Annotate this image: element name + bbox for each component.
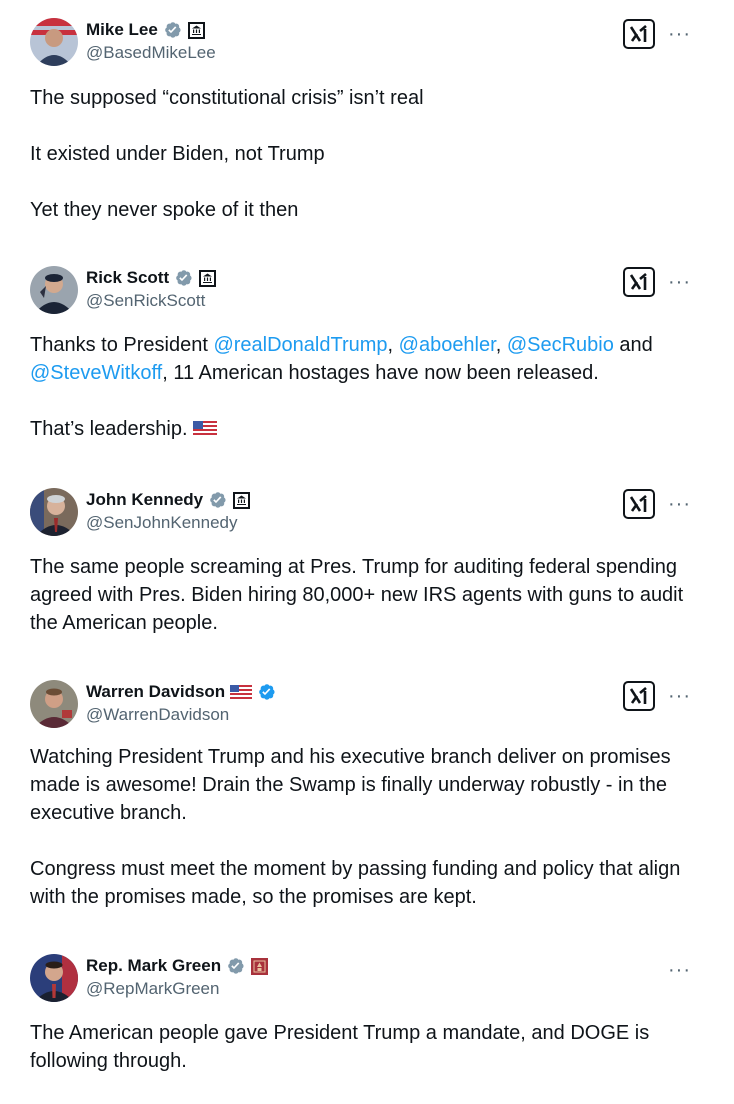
verified-gray-icon [228,958,244,974]
avatar[interactable] [30,680,78,728]
text-segment: , [495,334,507,356]
display-name[interactable]: Mike Lee [86,20,158,40]
more-options-button[interactable]: ··· [668,686,691,706]
tweet-paragraph: It existed under Biden, not Trump [30,143,325,165]
mention-link[interactable]: @realDonaldTrump [213,334,387,356]
tweet-rick-scott[interactable]: Rick Scott @SenRickScott ··· Thanks to P… [0,266,734,456]
verified-gray-icon [176,270,192,286]
text-segment: , [387,334,399,356]
more-options-button[interactable]: ··· [668,24,691,44]
avatar[interactable] [30,488,78,536]
avatar[interactable] [30,18,78,66]
government-icon [199,269,217,287]
text-segment: and [613,334,659,356]
tweet-paragraph: Watching President Trump and his executi… [30,746,677,824]
tweet-paragraph: Thanks to President @realDonaldTrump, @a… [30,331,710,387]
grok-icon[interactable] [623,19,655,49]
grok-icon[interactable] [623,267,655,297]
tweet-paragraph: The supposed “constitutional crisis” isn… [30,87,424,109]
tweet-mike-lee[interactable]: Mike Lee @BasedMikeLee ··· The supposed … [0,18,734,228]
government-icon [187,21,205,39]
text-segment: , 11 American hostages have now been rel… [162,362,599,384]
more-options-button[interactable]: ··· [668,494,691,514]
mention-link[interactable]: @SecRubio [507,334,614,356]
mention-link[interactable]: @aboehler [399,334,496,356]
tweet-mark-green[interactable]: Rep. Mark Green @RepMarkGreen ··· The Am… [0,954,734,1084]
us-flag-icon [230,685,253,699]
tweet-text: Watching President Trump and his executi… [30,743,710,911]
tweet-paragraph: Yet they never spoke of it then [30,199,299,221]
tweet-paragraph: Congress must meet the moment by passing… [30,858,686,908]
more-options-button[interactable]: ··· [668,960,691,980]
handle[interactable]: @BasedMikeLee [86,43,216,63]
display-name[interactable]: Rep. Mark Green [86,956,221,976]
tweet-paragraph: That’s leadership. [30,415,710,443]
display-name[interactable]: Rick Scott [86,268,169,288]
government-icon [233,491,251,509]
tweet-text: The supposed “constitutional crisis” isn… [30,84,710,224]
verified-gray-icon [164,22,181,38]
tweet-paragraph: The same people screaming at Pres. Trump… [30,556,689,634]
verified-gray-icon [210,492,226,508]
grok-icon[interactable] [623,489,655,519]
display-name[interactable]: Warren Davidson [86,682,225,702]
avatar[interactable] [30,954,78,1002]
tweet-paragraph: The American people gave President Trump… [30,1022,655,1072]
us-flag-icon [193,421,218,437]
tweet-john-kennedy[interactable]: John Kennedy @SenJohnKennedy ··· The sam… [0,488,734,638]
tweet-text: The same people screaming at Pres. Trump… [30,553,710,637]
handle[interactable]: @WarrenDavidson [86,705,229,725]
more-options-button[interactable]: ··· [668,272,691,292]
handle[interactable]: @SenJohnKennedy [86,513,237,533]
display-name[interactable]: John Kennedy [86,490,203,510]
grok-icon[interactable] [623,681,655,711]
handle[interactable]: @SenRickScott [86,291,205,311]
text-segment: That’s leadership. [30,418,188,440]
tweet-text: Thanks to President @realDonaldTrump, @a… [30,331,710,443]
tweet-warren-davidson[interactable]: Warren Davidson @WarrenDavidson ··· Watc… [0,680,734,910]
verified-blue-icon [259,684,275,700]
tweet-text: The American people gave President Trump… [30,1019,710,1075]
text-segment: Thanks to President [30,334,214,356]
government-seal-icon [251,957,269,975]
avatar[interactable] [30,266,78,314]
handle[interactable]: @RepMarkGreen [86,979,219,999]
mention-link[interactable]: @SteveWitkoff [30,362,162,384]
